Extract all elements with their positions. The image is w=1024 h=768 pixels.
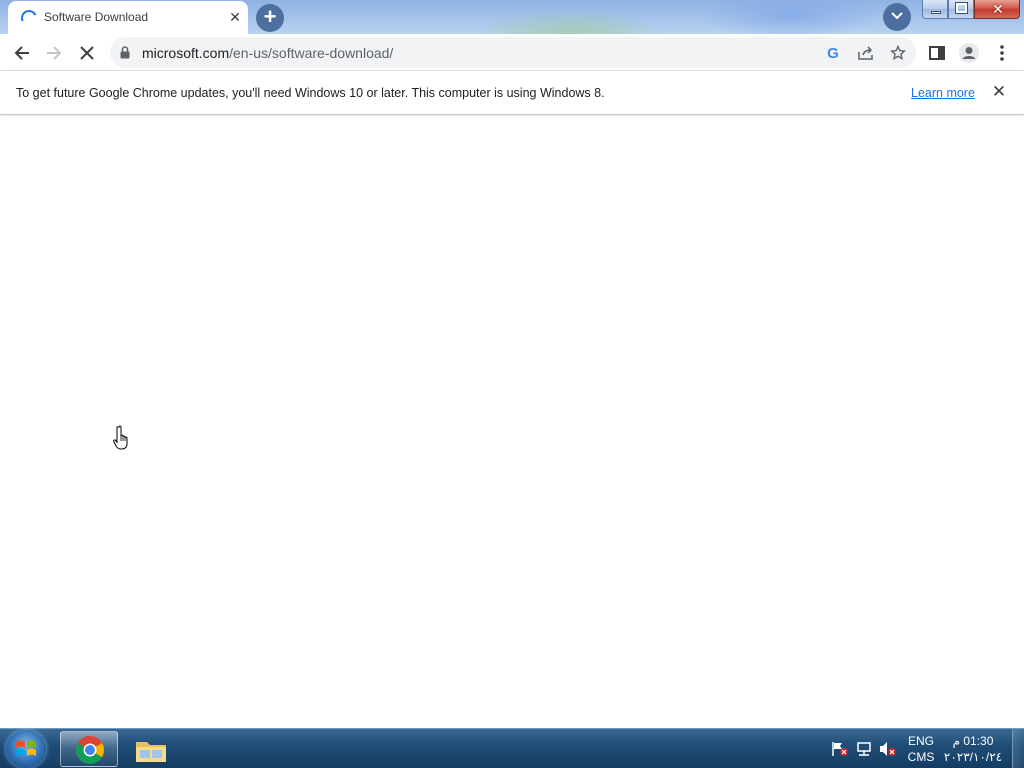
bookmark-star-icon (890, 45, 906, 60)
stop-button[interactable] (75, 41, 99, 65)
loading-spinner-icon (18, 7, 40, 29)
chevron-down-icon (891, 12, 903, 20)
profile-button[interactable] (957, 41, 981, 65)
infobar-close-icon[interactable]: ✕ (990, 83, 1008, 101)
action-center-flag-icon[interactable] (831, 741, 849, 757)
show-desktop-button[interactable] (1012, 729, 1024, 768)
taskbar: ENG CMS 01:30 م ٢٠٢٣/١٠/٢٤ (0, 728, 1024, 768)
chrome-icon (76, 736, 104, 764)
hand-cursor-icon (113, 425, 128, 450)
address-bar[interactable]: microsoft.com/en-us/software-download/ G (110, 37, 916, 68)
infobar-message: To get future Google Chrome updates, you… (16, 86, 605, 100)
minimize-button[interactable] (922, 0, 948, 19)
volume-muted-icon[interactable] (879, 741, 897, 757)
language-indicator[interactable]: ENG CMS (903, 733, 939, 765)
side-panel-icon (929, 46, 945, 60)
profile-icon (959, 43, 979, 63)
google-lens-button[interactable]: G (822, 42, 844, 64)
screen: Software Download ✕ + ✕ microsoft.com/en… (0, 0, 1024, 768)
tab-title: Software Download (44, 10, 149, 24)
start-button[interactable] (6, 730, 46, 768)
learn-more-link[interactable]: Learn more (911, 86, 975, 100)
tabstrip-glow (470, 8, 670, 34)
restore-button[interactable] (948, 0, 974, 19)
browser-toolbar: microsoft.com/en-us/software-download/ G (0, 34, 1024, 71)
tabstrip-glow (700, 0, 880, 34)
clock[interactable]: 01:30 م ٢٠٢٣/١٠/٢٤ (942, 733, 1004, 765)
forward-arrow-icon (47, 46, 62, 60)
file-explorer-icon (136, 742, 166, 762)
url-host: microsoft.com (142, 45, 230, 61)
menu-dots-icon (1000, 45, 1004, 61)
url-path: /en-us/software-download/ (229, 45, 394, 61)
close-window-button[interactable]: ✕ (974, 0, 1020, 19)
taskbar-chrome-button[interactable] (60, 731, 118, 767)
google-lens-icon: G (827, 44, 839, 62)
tab-software-download[interactable]: Software Download ✕ (8, 1, 248, 34)
back-arrow-icon (14, 46, 29, 60)
clock-date: ٢٠٢٣/١٠/٢٤ (943, 750, 1003, 764)
page-content[interactable] (0, 116, 1024, 728)
windows-logo-icon (16, 740, 36, 756)
tab-strip: Software Download ✕ + ✕ (0, 0, 1024, 34)
network-icon[interactable] (855, 741, 873, 757)
restore-icon (955, 2, 968, 14)
forward-button[interactable] (42, 41, 66, 65)
back-button[interactable] (10, 41, 34, 65)
menu-button[interactable] (990, 41, 1014, 65)
share-button[interactable] (855, 42, 877, 64)
side-panel-button[interactable] (925, 41, 949, 65)
lock-icon[interactable] (120, 46, 130, 59)
language-code: ENG (907, 734, 934, 748)
new-tab-button[interactable]: + (256, 4, 284, 32)
share-icon (858, 46, 873, 60)
taskbar-explorer-button[interactable] (122, 731, 180, 767)
tab-search-button[interactable] (883, 3, 911, 31)
close-icon: ✕ (992, 1, 1004, 17)
input-method: CMS (907, 750, 935, 764)
stop-loading-icon (80, 46, 94, 60)
minimize-icon (931, 11, 941, 14)
tab-close-icon[interactable]: ✕ (226, 8, 244, 26)
clock-time: 01:30 م (952, 734, 994, 748)
bookmark-button[interactable] (887, 42, 909, 64)
url-text[interactable]: microsoft.com/en-us/software-download/ (142, 45, 393, 61)
update-infobar: To get future Google Chrome updates, you… (0, 71, 1024, 115)
